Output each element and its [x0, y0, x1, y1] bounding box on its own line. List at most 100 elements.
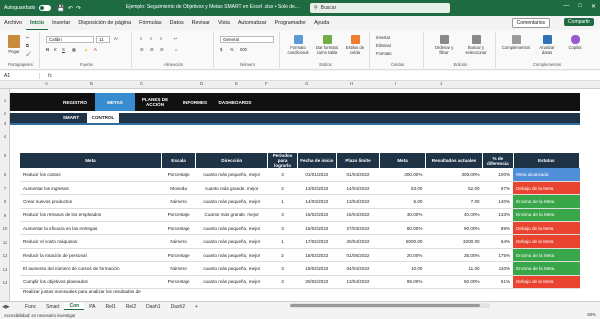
- sheet-tab-rel2[interactable]: Rel2: [121, 304, 141, 310]
- subnav-tab-1[interactable]: CONTROL: [87, 113, 119, 123]
- status-badge[interactable]: Debajo de la Meta: [513, 221, 580, 236]
- table-cell[interactable]: 3200.00: [425, 234, 483, 249]
- table-cell[interactable]: 3: [267, 168, 298, 182]
- scrollbar-thumb[interactable]: [290, 304, 480, 307]
- grow-font-icon[interactable]: A↑: [114, 36, 119, 41]
- search-box[interactable]: ⚲ Buscar: [310, 3, 450, 13]
- italic-icon[interactable]: K: [54, 47, 57, 52]
- menu-item-4[interactable]: Fórmulas: [135, 16, 165, 30]
- cell-styles-button[interactable]: Estilos de celda: [342, 35, 368, 55]
- status-badge[interactable]: Debajo de la Meta: [513, 275, 580, 290]
- font-size-select[interactable]: 11: [96, 36, 110, 43]
- format-cells-button[interactable]: Formato: [376, 51, 392, 56]
- table-cell[interactable]: 40.00%: [425, 208, 483, 223]
- table-cell[interactable]: Número: [161, 234, 196, 249]
- format-as-table-button[interactable]: Dar formato como tabla: [313, 35, 341, 55]
- copilot-button[interactable]: Copilot: [562, 35, 588, 50]
- status-badge[interactable]: [513, 288, 580, 301]
- table-cell[interactable]: 14/03/2022: [297, 194, 337, 209]
- row-header-11[interactable]: 11: [0, 240, 10, 245]
- column-header-G[interactable]: G: [305, 81, 309, 86]
- table-cell[interactable]: [425, 288, 483, 301]
- table-cell[interactable]: 2: [267, 248, 298, 263]
- table-cell[interactable]: 140%: [482, 194, 514, 209]
- status-badge[interactable]: Encima de la Meta: [513, 261, 580, 276]
- borders-icon[interactable]: ▦: [72, 47, 76, 52]
- table-cell[interactable]: 04/04/2022: [336, 261, 380, 276]
- comments-button[interactable]: Comentarios: [511, 18, 550, 28]
- table-cell[interactable]: 100%: [482, 168, 514, 182]
- table-cell[interactable]: 13/04/2022: [336, 194, 380, 209]
- table-cell[interactable]: Cumplir los objetivos planeados: [20, 275, 162, 290]
- menu-item-0[interactable]: Archivo: [0, 16, 26, 30]
- table-cell[interactable]: cuanto más pequeño, mejor: [195, 194, 268, 209]
- row-header-7[interactable]: 7: [0, 186, 10, 191]
- table-cell[interactable]: 300.00%: [379, 168, 426, 182]
- table-cell[interactable]: Aumentar la eficacia en las entregas: [20, 221, 162, 236]
- zoom-level[interactable]: 60%: [587, 312, 596, 317]
- table-cell[interactable]: 7.00: [425, 194, 483, 209]
- row-header-4[interactable]: 4: [0, 134, 10, 139]
- column-header-D[interactable]: D: [200, 81, 203, 86]
- table-cell[interactable]: 51%: [482, 275, 514, 290]
- table-cell[interactable]: [482, 288, 514, 301]
- column-header-E[interactable]: E: [235, 81, 238, 86]
- align-middle-icon[interactable]: ≡: [150, 36, 152, 41]
- table-cell[interactable]: cuanto más pequeño, mejor: [195, 168, 268, 182]
- table-cell[interactable]: 1: [267, 234, 298, 249]
- row-header-2[interactable]: 2: [0, 111, 10, 116]
- undo-icon[interactable]: ↶: [68, 5, 73, 12]
- table-cell[interactable]: 20/02/2022: [297, 275, 337, 290]
- table-cell[interactable]: Porcentaje: [161, 248, 196, 263]
- delete-cells-button[interactable]: Eliminar: [376, 43, 391, 48]
- table-cell[interactable]: 300.00%: [425, 168, 483, 182]
- find-select-button[interactable]: Buscar y seleccionar: [460, 35, 492, 55]
- menu-item-1[interactable]: Inicio: [25, 16, 49, 30]
- name-box[interactable]: A1: [0, 72, 40, 79]
- align-top-icon[interactable]: ≡: [140, 36, 142, 41]
- menu-item-2[interactable]: Insertar: [48, 16, 74, 30]
- table-cell[interactable]: Número: [161, 194, 196, 209]
- table-cell[interactable]: 90.00%: [425, 221, 483, 236]
- paste-button[interactable]: Pegar: [8, 35, 20, 54]
- table-cell[interactable]: 80.00%: [379, 221, 426, 236]
- maximize-icon[interactable]: □: [578, 3, 582, 10]
- font-name-select[interactable]: Calibri: [46, 36, 94, 43]
- table-cell[interactable]: 64%: [482, 234, 514, 249]
- table-cell[interactable]: [267, 288, 298, 301]
- sheet-tab-func[interactable]: Func: [20, 304, 41, 310]
- table-cell[interactable]: 13/04/2022: [336, 275, 380, 290]
- table-cell[interactable]: Número: [161, 261, 196, 276]
- sheet-tab-dash2[interactable]: Dash2: [166, 304, 190, 310]
- horizontal-scrollbar[interactable]: [290, 303, 490, 308]
- table-cell[interactable]: cuanto más pequeño, mejor: [195, 234, 268, 249]
- nav-tab-4[interactable]: DASHBOARDS: [215, 100, 255, 105]
- table-cell[interactable]: 11.00: [425, 261, 483, 276]
- copy-icon[interactable]: ⧉: [26, 43, 29, 48]
- conditional-format-button[interactable]: Formato condicional: [284, 35, 312, 55]
- column-header-A[interactable]: A: [45, 81, 48, 86]
- number-format-select[interactable]: General: [220, 36, 274, 43]
- row-header-6[interactable]: 6: [0, 172, 10, 177]
- format-painter-icon[interactable]: 🖌: [26, 51, 31, 56]
- autosave-toggle[interactable]: [39, 5, 52, 11]
- table-cell[interactable]: 16/02/2022: [297, 221, 337, 236]
- status-badge[interactable]: Meta alcanzada: [513, 168, 580, 182]
- status-badge[interactable]: Encima de la Meta: [513, 248, 580, 263]
- table-cell[interactable]: 19/02/2022: [297, 261, 337, 276]
- table-cell[interactable]: 3: [267, 208, 298, 223]
- table-cell[interactable]: 110%: [482, 261, 514, 276]
- table-cell[interactable]: Porcentaje: [161, 208, 196, 223]
- menu-item-9[interactable]: Programador: [271, 16, 310, 30]
- menu-item-10[interactable]: Ayuda: [310, 16, 333, 30]
- percent-icon[interactable]: %: [230, 47, 234, 52]
- align-bottom-icon[interactable]: ≡: [160, 36, 162, 41]
- table-cell[interactable]: Crear nuevos productos: [20, 194, 162, 209]
- table-cell[interactable]: Reducir la rotación de personal: [20, 248, 162, 263]
- status-badge[interactable]: Debajo de la Meta: [513, 181, 580, 196]
- table-cell[interactable]: Porcentaje: [161, 275, 196, 290]
- currency-icon[interactable]: $: [220, 47, 222, 52]
- comma-icon[interactable]: 000: [240, 47, 247, 52]
- table-cell[interactable]: cuanto más pequeño, mejor: [195, 248, 268, 263]
- row-header-8[interactable]: 8: [0, 199, 10, 204]
